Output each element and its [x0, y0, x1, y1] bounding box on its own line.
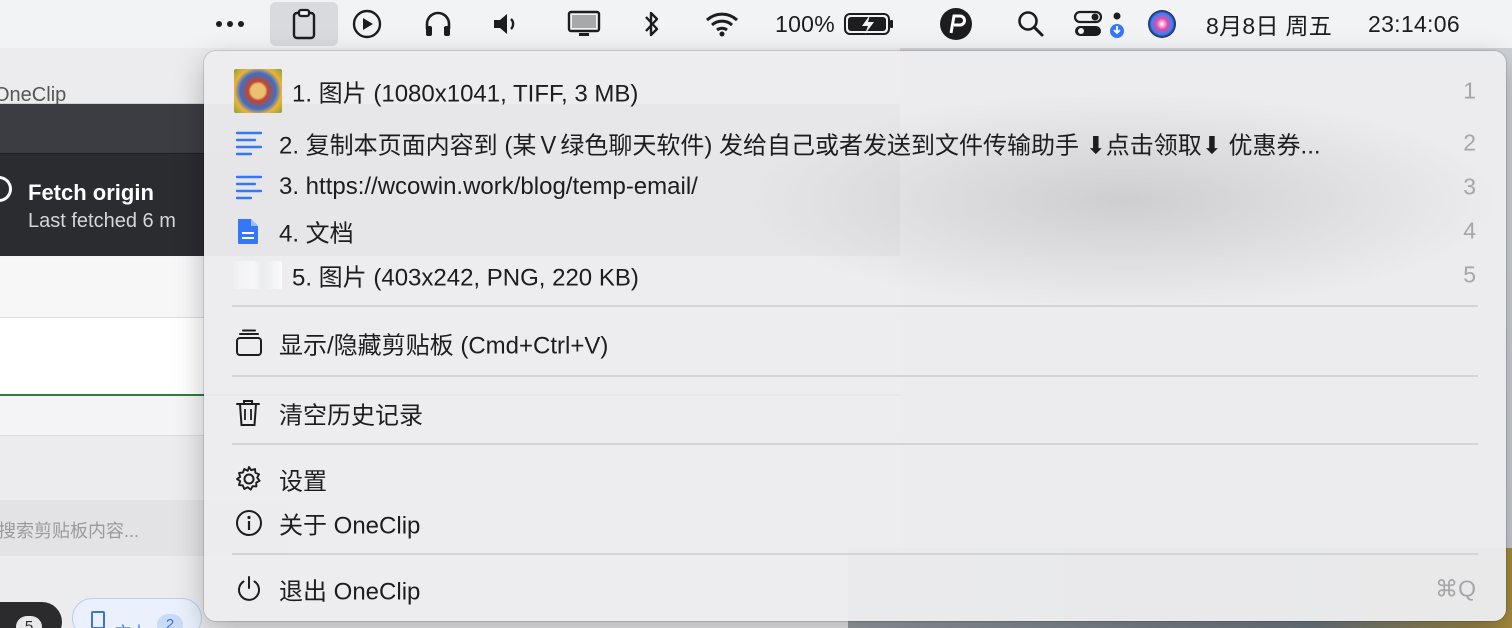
history-item[interactable]: 5. 图片 (403x242, PNG, 220 KB) 5 [204, 253, 1506, 297]
history-item-label: 3. https://wcowin.work/blog/temp-email/ [279, 173, 698, 200]
battery-percent: 100% [774, 10, 836, 37]
history-item-label: 4. 文档 [279, 220, 354, 248]
history-item[interactable]: 1. 图片 (1080x1041, TIFF, 3 MB) 1 [204, 69, 1506, 113]
about-item[interactable]: 关于 OneClip [204, 501, 1506, 545]
search-icon[interactable] [1016, 0, 1046, 48]
quit-shortcut: ⌘Q [1435, 575, 1476, 602]
history-item-shortcut: 1 [1463, 77, 1476, 104]
document-icon [234, 216, 262, 246]
pp-icon[interactable] [938, 0, 974, 48]
menu-separator [232, 553, 1478, 555]
bluetooth-icon[interactable] [638, 0, 666, 48]
clipboard-stack-icon [234, 329, 264, 357]
history-item[interactable]: 3. https://wcowin.work/blog/temp-email/ … [204, 165, 1506, 209]
clear-history-item[interactable]: 清空历史记录 [204, 391, 1506, 435]
menu-bar: 100% 8月8日 周五 23:14:06 [0, 0, 1512, 48]
headphones-icon[interactable] [420, 0, 456, 48]
text-lines-icon [234, 174, 264, 200]
toggle-clipboard-label: 显示/隐藏剪贴板 (Cmd+Ctrl+V) [279, 332, 609, 360]
history-item-label: 2. 复制本页面内容到 (某Ｖ绿色聊天软件) 发给自己或者发送到文件传输助手 ⬇… [279, 132, 1321, 160]
image-thumbnail [234, 69, 282, 113]
history-item-shortcut: 4 [1463, 217, 1476, 244]
history-item-shortcut: 5 [1463, 261, 1476, 288]
quit-label: 退出 OneClip [279, 578, 421, 606]
display-icon[interactable] [564, 0, 604, 48]
fetch-origin-subtitle: Last fetched 6 m [28, 210, 176, 232]
about-label: 关于 OneClip [279, 512, 421, 540]
quit-item[interactable]: 退出 OneClip ⌘Q [204, 567, 1506, 611]
oneclip-dropdown-menu: 1. 图片 (1080x1041, TIFF, 3 MB) 1 2. 复制本页面… [204, 51, 1506, 621]
text-filter-label: 文本 [115, 619, 147, 628]
search-placeholder: 搜索剪贴板内容... [0, 521, 140, 541]
control-center-icon[interactable] [1072, 0, 1130, 48]
history-item-label: 1. 图片 (1080x1041, TIFF, 3 MB) [292, 80, 639, 108]
history-item[interactable]: 4. 文档 4 [204, 209, 1506, 253]
all-filter-pill[interactable]: 5 [0, 602, 62, 628]
history-item[interactable]: 2. 复制本页面内容到 (某Ｖ绿色聊天软件) 发给自己或者发送到文件传输助手 ⬇… [204, 121, 1506, 165]
image-thumbnail [234, 261, 282, 289]
wifi-icon[interactable] [702, 0, 742, 48]
power-icon [234, 574, 264, 604]
fetch-origin-title: Fetch origin [28, 180, 154, 205]
trash-icon [234, 398, 262, 428]
play-icon[interactable] [350, 0, 384, 48]
battery-icon[interactable] [842, 0, 896, 48]
clipboard-icon[interactable] [270, 2, 338, 46]
clear-history-label: 清空历史记录 [279, 402, 423, 430]
refresh-icon [0, 176, 12, 202]
menu-separator [232, 305, 1478, 307]
history-item-label: 5. 图片 (403x242, PNG, 220 KB) [292, 264, 639, 292]
volume-icon[interactable] [488, 0, 524, 48]
history-item-shortcut: 3 [1463, 173, 1476, 200]
info-icon [234, 508, 264, 538]
menu-separator [232, 443, 1478, 445]
text-filter-pill[interactable]: 文本 2 [72, 598, 202, 628]
document-icon [91, 611, 105, 628]
siri-icon[interactable] [1146, 0, 1178, 48]
text-lines-icon [234, 130, 264, 156]
gear-icon [234, 464, 264, 494]
more-icon[interactable] [212, 0, 248, 48]
settings-label: 设置 [279, 468, 327, 496]
menubar-date[interactable]: 8月8日 周五 [1206, 0, 1356, 48]
menubar-time[interactable]: 23:14:06 [1368, 0, 1484, 48]
history-item-shortcut: 2 [1463, 129, 1476, 156]
text-filter-count: 2 [157, 614, 183, 628]
settings-item[interactable]: 设置 [204, 457, 1506, 501]
toggle-clipboard-item[interactable]: 显示/隐藏剪贴板 (Cmd+Ctrl+V) [204, 321, 1506, 365]
menu-separator [232, 375, 1478, 377]
count-badge: 5 [16, 616, 42, 628]
